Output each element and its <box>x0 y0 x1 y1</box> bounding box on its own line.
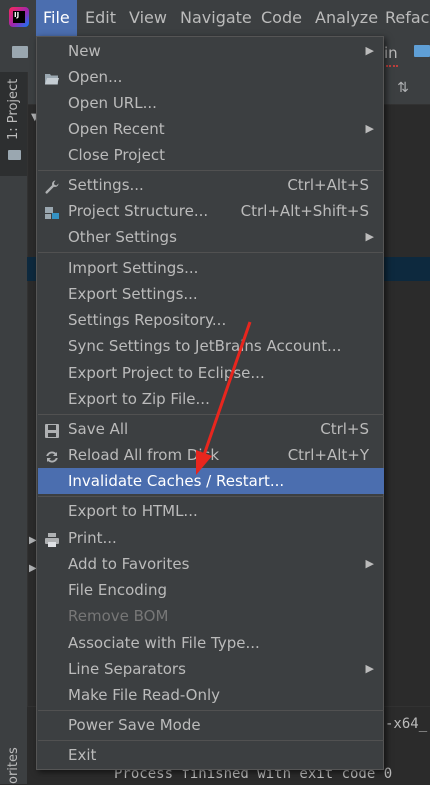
submenu-arrow-icon: ▶ <box>365 557 374 570</box>
menu-navigate[interactable]: Navigate <box>180 0 252 36</box>
menu-item-label: Open Recent <box>68 120 165 138</box>
folder-icon <box>414 45 430 57</box>
menu-item-open[interactable]: Open... <box>38 64 384 90</box>
menu-item-label: Reload All from Disk <box>68 446 220 464</box>
save-icon <box>44 421 60 438</box>
menu-item-make-read-only[interactable]: Make File Read-Only <box>38 682 384 708</box>
menu-item-export-eclipse[interactable]: Export Project to Eclipse... <box>38 360 384 386</box>
submenu-arrow-icon: ▶ <box>365 662 374 675</box>
project-structure-icon <box>44 203 60 219</box>
main-menu-bar: IJ File Edit View Navigate Code Analyze … <box>0 0 430 36</box>
shortcut-label: Ctrl+S <box>320 420 369 438</box>
menu-view[interactable]: View <box>129 0 167 36</box>
menu-analyze[interactable]: Analyze <box>315 0 378 36</box>
menu-item-label: Invalidate Caches / Restart... <box>68 472 285 490</box>
menu-item-label: Settings Repository... <box>68 311 227 329</box>
wrench-icon <box>44 177 60 194</box>
menu-item-import-settings[interactable]: Import Settings... <box>38 255 384 281</box>
menu-item-open-recent[interactable]: Open Recent ▶ <box>38 116 384 142</box>
open-folder-icon <box>44 69 60 85</box>
printer-icon <box>44 530 60 547</box>
menu-item-label: Project Structure... <box>68 202 209 220</box>
menu-item-associate-file-type[interactable]: Associate with File Type... <box>38 630 384 656</box>
menu-item-open-url[interactable]: Open URL... <box>38 90 384 116</box>
menu-separator <box>38 170 384 171</box>
shortcut-label: Ctrl+Alt+Shift+S <box>240 202 369 220</box>
menu-item-label: Exit <box>68 746 97 764</box>
menu-item-exit[interactable]: Exit <box>38 742 384 768</box>
menu-item-label: Export to Zip File... <box>68 390 210 408</box>
menu-item-label: Export to HTML... <box>68 502 198 520</box>
menu-item-save-all[interactable]: Save All Ctrl+S <box>38 416 384 442</box>
menu-item-label: Make File Read-Only <box>68 686 221 704</box>
menu-item-new[interactable]: New ▶ <box>38 38 384 64</box>
menu-item-label: Open URL... <box>68 94 157 112</box>
left-tool-strip <box>0 72 28 784</box>
menu-item-label: Import Settings... <box>68 259 199 277</box>
menu-item-label: Settings... <box>68 176 144 194</box>
menu-item-label: Print... <box>68 529 117 547</box>
menu-item-export-settings[interactable]: Export Settings... <box>38 281 384 307</box>
intellij-logo-icon[interactable]: IJ <box>9 7 29 27</box>
menu-item-add-favorites[interactable]: Add to Favorites ▶ <box>38 551 384 577</box>
menu-item-label: Power Save Mode <box>68 716 201 734</box>
project-tool-tab-label: 1: Project <box>6 78 21 140</box>
menu-item-power-save[interactable]: Power Save Mode <box>38 712 384 738</box>
menu-item-label: Save All <box>68 420 129 438</box>
favorites-tool-tab-label[interactable]: orites <box>6 747 21 784</box>
menu-item-settings-repository[interactable]: Settings Repository... <box>38 307 384 333</box>
menu-separator <box>38 414 384 415</box>
menu-item-other-settings[interactable]: Other Settings ▶ <box>38 224 384 250</box>
menu-item-sync-settings[interactable]: Sync Settings to JetBrains Account... <box>38 333 384 359</box>
menu-item-print[interactable]: Print... <box>38 525 384 551</box>
menu-item-close-project[interactable]: Close Project <box>38 142 384 168</box>
menu-separator <box>38 740 384 741</box>
folder-icon <box>8 150 21 160</box>
menu-item-line-separators[interactable]: Line Separators ▶ <box>38 656 384 682</box>
submenu-arrow-icon: ▶ <box>365 44 374 57</box>
menu-code[interactable]: Code <box>261 0 302 36</box>
menu-item-project-structure[interactable]: Project Structure... Ctrl+Alt+Shift+S <box>38 198 384 224</box>
menu-item-label: Remove BOM <box>68 607 169 625</box>
file-menu-dropdown: New ▶ Open... Open URL... Open Recent ▶ … <box>36 36 384 770</box>
menu-separator <box>38 710 384 711</box>
menu-item-invalidate-caches[interactable]: Invalidate Caches / Restart... <box>38 468 384 494</box>
editor-tab-fragment[interactable]: in <box>384 44 398 62</box>
shortcut-label: Ctrl+Alt+Y <box>287 446 369 464</box>
menu-file[interactable]: File <box>36 0 77 36</box>
menu-item-label: Export Settings... <box>68 285 198 303</box>
menu-edit[interactable]: Edit <box>85 0 116 36</box>
error-squiggle <box>386 62 398 67</box>
menu-item-label: Associate with File Type... <box>68 634 260 652</box>
menu-separator <box>38 496 384 497</box>
menu-item-label: Close Project <box>68 146 165 164</box>
menu-item-export-html[interactable]: Export to HTML... <box>38 498 384 524</box>
menu-item-label: Open... <box>68 68 123 86</box>
menu-item-label: Export Project to Eclipse... <box>68 364 265 382</box>
menu-refactor[interactable]: Refact <box>385 0 430 36</box>
shortcut-label: Ctrl+Alt+S <box>287 176 369 194</box>
run-command-fragment: -x64_ <box>385 716 428 732</box>
collapse-all-icon[interactable]: ⇅ <box>395 80 411 96</box>
menu-item-file-encoding[interactable]: File Encoding <box>38 577 384 603</box>
menu-item-reload-all[interactable]: Reload All from Disk Ctrl+Alt+Y <box>38 442 384 468</box>
menu-item-label: Add to Favorites <box>68 555 190 573</box>
menu-item-label: File Encoding <box>68 581 167 599</box>
submenu-arrow-icon: ▶ <box>365 230 374 243</box>
menu-item-label: New <box>68 42 101 60</box>
menu-item-label: Other Settings <box>68 228 177 246</box>
folder-icon <box>12 46 28 58</box>
submenu-arrow-icon: ▶ <box>365 122 374 135</box>
reload-icon <box>44 447 60 463</box>
menu-item-label: Sync Settings to JetBrains Account... <box>68 337 342 355</box>
menu-item-label: Line Separators <box>68 660 186 678</box>
menu-item-export-zip[interactable]: Export to Zip File... <box>38 386 384 412</box>
menu-item-settings[interactable]: Settings... Ctrl+Alt+S <box>38 172 384 198</box>
menu-item-remove-bom: Remove BOM <box>38 603 384 629</box>
menu-separator <box>38 252 384 253</box>
